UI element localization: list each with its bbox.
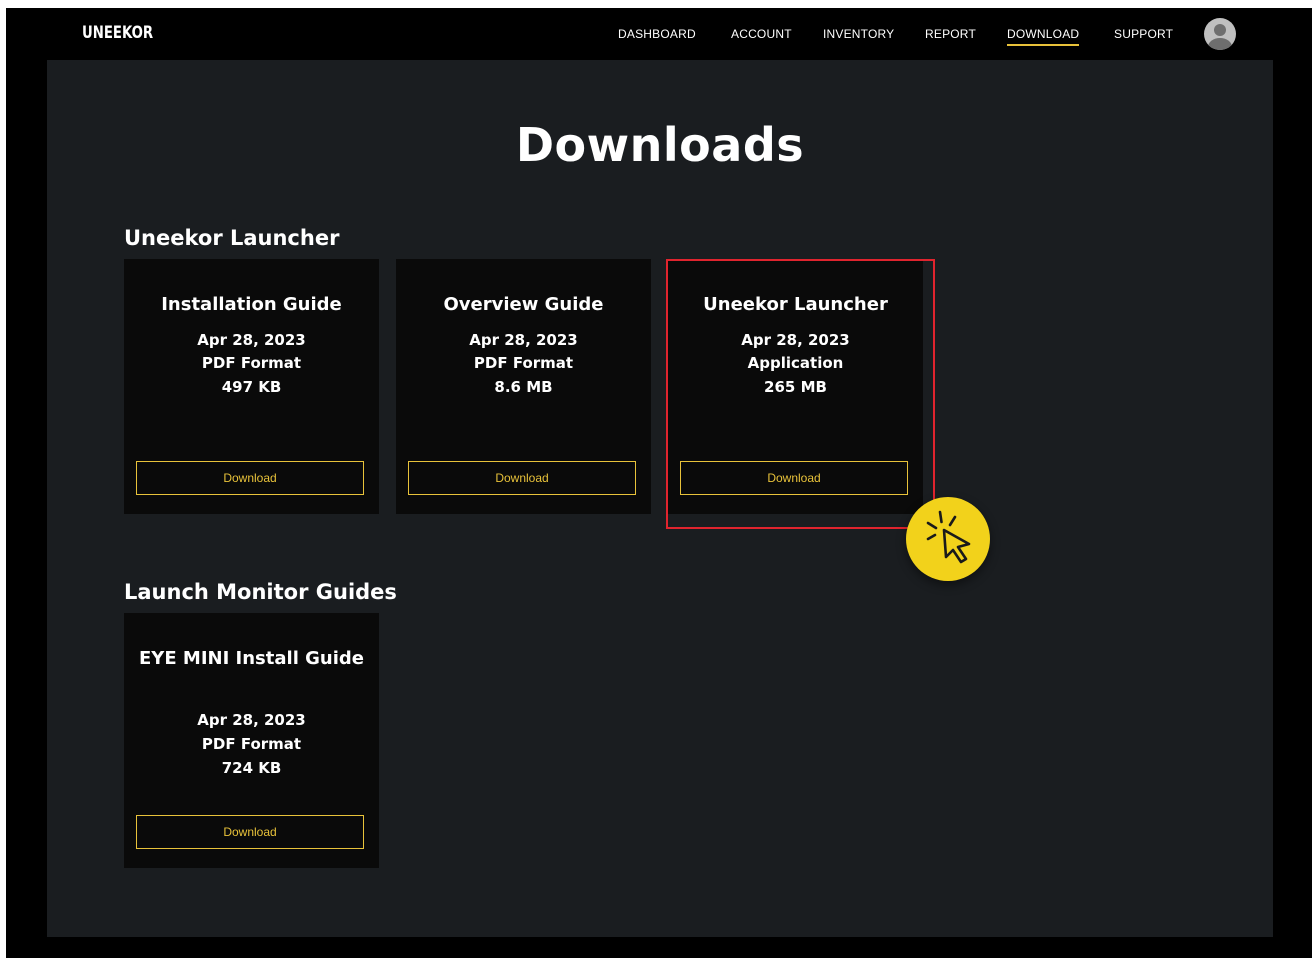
card-name: Installation Guide: [161, 294, 342, 315]
user-avatar-icon[interactable]: [1204, 18, 1236, 50]
nav-dashboard[interactable]: DASHBOARD: [618, 27, 696, 41]
main-content: Downloads Uneekor Launcher Installation …: [47, 60, 1273, 937]
card-size: 265 MB: [764, 378, 827, 396]
nav-report[interactable]: REPORT: [925, 27, 976, 41]
download-card-overview-guide: Overview Guide Apr 28, 2023 PDF Format 8…: [396, 259, 651, 514]
cursor-click-icon: [906, 497, 990, 581]
section-title-launch-monitor-guides: Launch Monitor Guides: [124, 580, 397, 604]
top-navbar: UNEEKOR DASHBOARD ACCOUNT INVENTORY REPO…: [6, 8, 1312, 60]
download-card-uneekor-launcher: Uneekor Launcher Apr 28, 2023 Applicatio…: [668, 259, 923, 514]
card-format: Application: [747, 354, 844, 372]
section-title-uneekor-launcher: Uneekor Launcher: [124, 226, 340, 250]
page-title: Downloads: [515, 118, 805, 172]
card-name: Overview Guide: [443, 294, 604, 315]
card-name: EYE MINI Install Guide: [139, 648, 364, 669]
avatar-head-shape: [1214, 24, 1226, 36]
card-date: Apr 28, 2023: [741, 331, 850, 349]
card-size: 724 KB: [221, 759, 282, 777]
cursor-click-icon-svg: [926, 510, 971, 564]
nav-account[interactable]: ACCOUNT: [731, 27, 792, 41]
download-card-eye-mini-install-guide: EYE MINI Install Guide Apr 28, 2023 PDF …: [124, 613, 379, 868]
card-date: Apr 28, 2023: [197, 711, 306, 729]
download-button[interactable]: Download: [408, 461, 636, 495]
brand-logo[interactable]: UNEEKOR: [82, 23, 153, 43]
card-size: 8.6 MB: [494, 378, 553, 396]
download-button[interactable]: Download: [680, 461, 908, 495]
nav-download[interactable]: DOWNLOAD: [1007, 27, 1080, 46]
card-date: Apr 28, 2023: [197, 331, 306, 349]
card-format: PDF Format: [201, 354, 302, 372]
card-size: 497 KB: [221, 378, 282, 396]
card-name: Uneekor Launcher: [703, 294, 888, 315]
avatar-shoulders-shape: [1208, 38, 1232, 50]
download-button[interactable]: Download: [136, 815, 364, 849]
download-button[interactable]: Download: [136, 461, 364, 495]
card-date: Apr 28, 2023: [469, 331, 578, 349]
nav-support[interactable]: SUPPORT: [1114, 27, 1173, 41]
app-frame: UNEEKOR DASHBOARD ACCOUNT INVENTORY REPO…: [6, 8, 1312, 958]
card-format: PDF Format: [473, 354, 574, 372]
card-format: PDF Format: [201, 735, 302, 753]
download-card-installation-guide: Installation Guide Apr 28, 2023 PDF Form…: [124, 259, 379, 514]
nav-inventory[interactable]: INVENTORY: [823, 27, 894, 41]
